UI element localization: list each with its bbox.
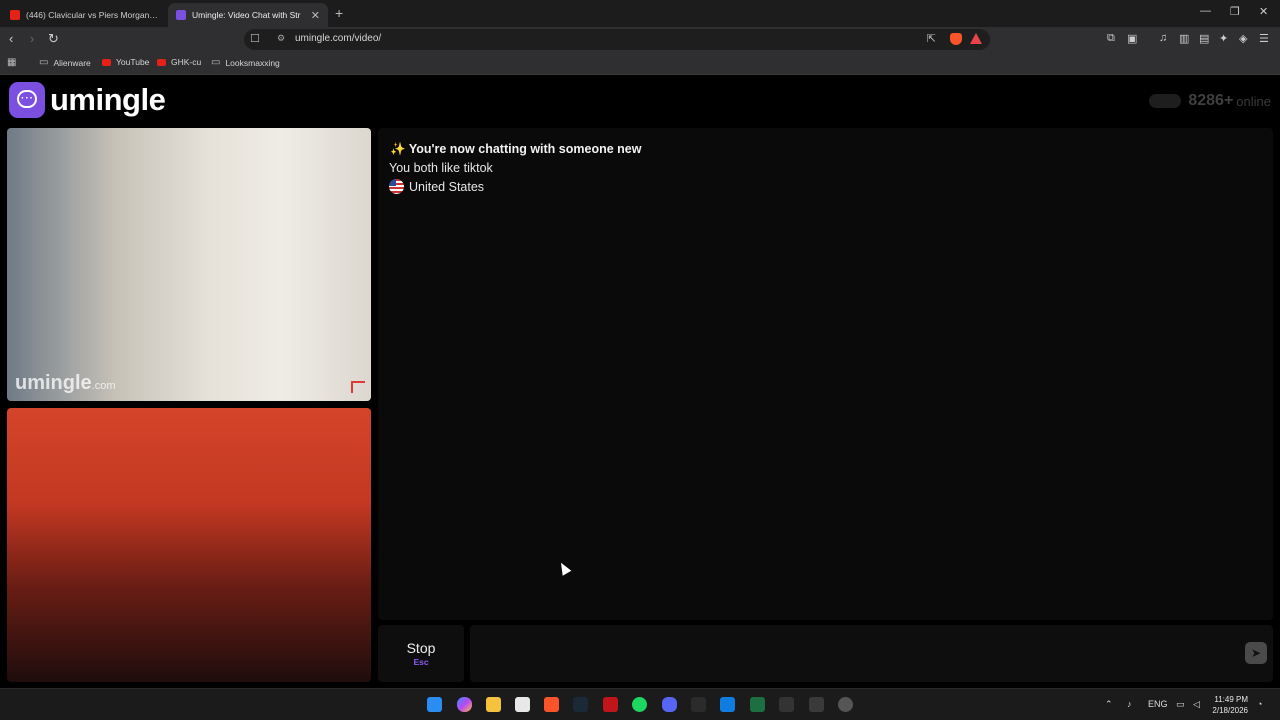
- system-clock[interactable]: 11:49 PM 2/18/2026: [1212, 694, 1248, 716]
- windows-taskbar: ⌃ ♪ ENG ▭ ◁ 11:49 PM 2/18/2026 ◔: [0, 688, 1280, 720]
- video-watermark: umingle.com: [15, 372, 116, 394]
- excel-icon[interactable]: [750, 697, 765, 712]
- country-label: United States: [409, 179, 485, 194]
- bookmark-looksmaxxing[interactable]: ▭ Looksmaxxing: [211, 57, 280, 68]
- chat-status-text: You're now chatting with someone new: [408, 142, 642, 156]
- logo-text: umingle: [50, 82, 166, 117]
- url-text[interactable]: umingle.com/video/: [295, 33, 381, 44]
- brave-shields-icon[interactable]: [950, 33, 962, 45]
- extensions-icon[interactable]: ⧉: [1107, 32, 1115, 45]
- stranger-video: umingle.com: [7, 128, 371, 401]
- bookmark-label: YouTube: [116, 57, 150, 67]
- online-label: online: [1236, 93, 1271, 109]
- minimize-icon[interactable]: —: [1200, 5, 1211, 17]
- epic-games-icon[interactable]: [691, 697, 706, 712]
- discord-icon[interactable]: [662, 697, 677, 712]
- brave-icon[interactable]: [544, 697, 559, 712]
- browser-tab-bar: (446) Clavicular vs Piers Morgan: HEA Um…: [0, 0, 1280, 27]
- umingle-favicon-icon: [176, 10, 186, 20]
- sparkles-icon: ✨: [390, 142, 406, 156]
- folder-icon: ▭: [211, 57, 221, 68]
- us-flag-icon: [389, 179, 404, 194]
- browser-toolbar: ‹ › ↻ ☐ ⚙ umingle.com/video/ ⇱ ⧉ ▣ ♫ ▥ ▤…: [0, 27, 1280, 52]
- bookmarks-bar: ▦ ▭ Alienware YouTube GHK-cu ▭ Looksmaxx…: [0, 52, 1280, 75]
- tab-umingle[interactable]: Umingle: Video Chat with Str ✕: [168, 3, 328, 27]
- reload-icon[interactable]: ↻: [48, 31, 59, 47]
- sidebar-icon[interactable]: ▥: [1179, 32, 1189, 45]
- folder-icon: ▭: [39, 57, 49, 68]
- site-settings-icon[interactable]: ⚙: [277, 33, 285, 44]
- volume-icon[interactable]: ◁: [1193, 699, 1200, 710]
- spotify-icon[interactable]: [632, 697, 647, 712]
- steam-icon[interactable]: [573, 697, 588, 712]
- back-icon[interactable]: ‹: [9, 31, 13, 47]
- tab-label: (446) Clavicular vs Piers Morgan: HEA: [26, 10, 158, 20]
- bookmark-label: Alienware: [53, 57, 91, 68]
- chat-bubble-logo-icon: ···: [9, 82, 45, 118]
- bookmark-label: Looksmaxxing: [225, 57, 280, 68]
- theme-toggle[interactable]: [1149, 94, 1182, 108]
- umingle-page: ··· umingle 8286+ online umingle.com ✨ Y…: [0, 76, 1280, 687]
- youtube-icon: [157, 58, 166, 66]
- notification-app-icon[interactable]: [809, 697, 824, 712]
- language-indicator[interactable]: ENG: [1148, 699, 1168, 709]
- bookmark-icon[interactable]: ☐: [250, 32, 260, 45]
- share-icon[interactable]: ⇱: [927, 32, 936, 45]
- app-icon[interactable]: [603, 697, 618, 712]
- clock-date: 2/18/2026: [1212, 706, 1248, 715]
- clock-time: 11:49 PM: [1214, 695, 1248, 704]
- bookmark-alienware[interactable]: ▭ Alienware: [39, 57, 91, 68]
- online-count: 8286+: [1188, 92, 1234, 109]
- microphone-icon[interactable]: ♪: [1127, 699, 1132, 709]
- stop-shortcut: Esc: [413, 657, 429, 667]
- chat-status: ✨ You're now chatting with someone new: [390, 142, 641, 157]
- media-icon[interactable]: ♫: [1159, 32, 1167, 44]
- notification-bell-icon[interactable]: ◔: [1257, 699, 1262, 709]
- common-interests: You both like tiktok: [389, 161, 493, 175]
- youtube-icon: [102, 58, 111, 66]
- send-icon[interactable]: ➤: [1245, 642, 1267, 664]
- brave-rewards-icon[interactable]: [970, 33, 982, 44]
- site-logo[interactable]: ··· umingle: [9, 82, 166, 118]
- wallet-2-icon[interactable]: ▤: [1199, 32, 1209, 45]
- copilot-icon[interactable]: [457, 697, 472, 712]
- wallet-icon[interactable]: ▣: [1127, 32, 1137, 45]
- menu-icon[interactable]: ☰: [1259, 32, 1269, 45]
- address-bar[interactable]: ☐ ⚙ umingle.com/video/ ⇱: [244, 29, 990, 50]
- maximize-icon[interactable]: ❐: [1230, 5, 1240, 18]
- message-input[interactable]: ➤: [470, 625, 1273, 682]
- forward-icon[interactable]: ›: [30, 31, 34, 47]
- report-flag-icon[interactable]: [351, 381, 365, 393]
- file-explorer-icon[interactable]: [486, 697, 501, 712]
- stop-label: Stop: [406, 640, 436, 656]
- vpn-icon[interactable]: ◈: [1239, 32, 1247, 45]
- stop-button[interactable]: Stop Esc: [378, 625, 464, 682]
- store-icon[interactable]: [515, 697, 530, 712]
- bookmark-youtube[interactable]: YouTube: [102, 57, 149, 67]
- bookmark-ghk-cu[interactable]: GHK-cu: [157, 57, 201, 67]
- self-video: [7, 408, 371, 682]
- new-tab-button[interactable]: +: [335, 5, 343, 21]
- tab-label: Umingle: Video Chat with Str: [192, 10, 301, 20]
- g-hub-icon[interactable]: [779, 697, 794, 712]
- online-indicator: 8286+ online: [1149, 92, 1271, 110]
- tab-youtube[interactable]: (446) Clavicular vs Piers Morgan: HEA: [2, 3, 166, 27]
- vscode-icon[interactable]: [720, 697, 735, 712]
- clock-app-icon[interactable]: [838, 697, 853, 712]
- close-window-icon[interactable]: ✕: [1259, 5, 1268, 18]
- chat-panel: ✨ You're now chatting with someone new Y…: [378, 128, 1273, 620]
- bookmark-label: GHK-cu: [171, 57, 202, 67]
- stranger-country: United States: [389, 179, 484, 194]
- network-icon[interactable]: ▭: [1176, 699, 1185, 710]
- leo-ai-icon[interactable]: ✦: [1219, 32, 1228, 45]
- youtube-favicon-icon: [10, 10, 20, 20]
- apps-grid-icon[interactable]: ▦: [7, 57, 21, 68]
- start-icon[interactable]: [427, 697, 442, 712]
- tray-chevron-icon[interactable]: ⌃: [1105, 699, 1113, 710]
- close-tab-icon[interactable]: ✕: [311, 9, 320, 22]
